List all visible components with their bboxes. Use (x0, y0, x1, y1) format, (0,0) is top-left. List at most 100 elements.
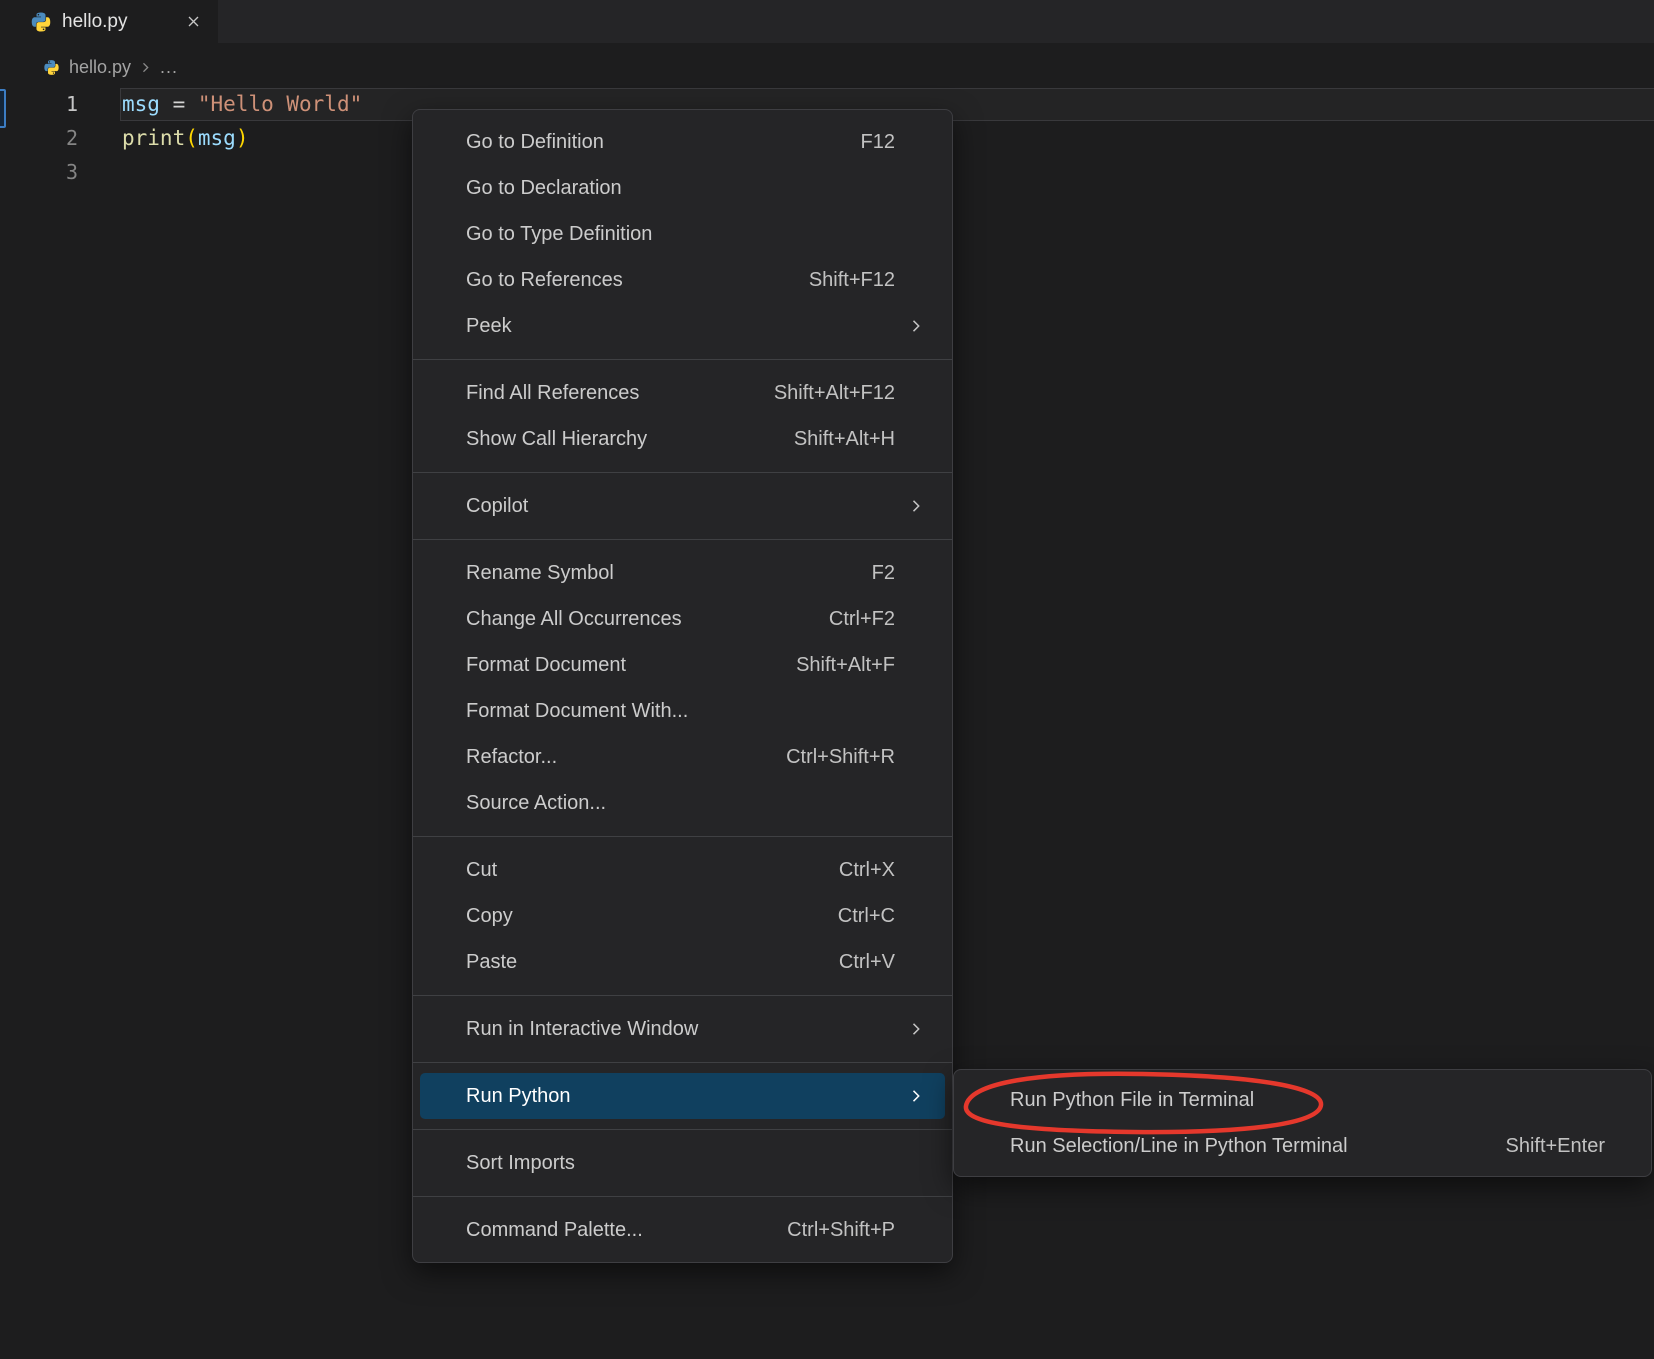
run-python-submenu: Run Python File in Terminal Run Selection… (953, 1069, 1652, 1177)
menu-item-label: Peek (466, 315, 895, 338)
menu-item-label: Run in Interactive Window (466, 1018, 895, 1041)
menu-item-label: Copy (466, 905, 838, 928)
submenu-chevron-icon (908, 1021, 924, 1037)
menu-item-label: Go to References (466, 269, 809, 292)
menu-item-go-to-references[interactable]: Go to ReferencesShift+F12 (413, 257, 952, 303)
menu-item-rename-symbol[interactable]: Rename SymbolF2 (413, 550, 952, 596)
menu-item-copilot[interactable]: Copilot (413, 483, 952, 529)
context-menu: Go to DefinitionF12 Go to Declaration Go t… (412, 109, 953, 1263)
menu-item-paste[interactable]: PasteCtrl+V (413, 939, 952, 985)
code-token: print (122, 126, 185, 150)
menu-item-label: Sort Imports (466, 1152, 895, 1175)
python-icon (43, 59, 60, 76)
menu-separator (413, 1062, 952, 1063)
menu-item-shortcut: Shift+Enter (1505, 1135, 1605, 1158)
menu-item-shortcut: F12 (861, 131, 895, 154)
menu-item-shortcut: Shift+Alt+F12 (774, 382, 895, 405)
menu-item-find-all-references[interactable]: Find All ReferencesShift+Alt+F12 (413, 370, 952, 416)
menu-item-label: Rename Symbol (466, 562, 872, 585)
menu-item-format-document[interactable]: Format DocumentShift+Alt+F (413, 642, 952, 688)
breadcrumb-symbol-ellipsis[interactable]: ... (160, 57, 178, 78)
menu-item-label: Go to Declaration (466, 177, 895, 200)
menu-item-label: Go to Definition (466, 131, 861, 154)
line-number: 1 (0, 87, 78, 121)
menu-separator (413, 359, 952, 360)
code-line[interactable]: print(msg) (122, 121, 362, 155)
code-area[interactable]: msg = "Hello World"print(msg) (122, 87, 362, 189)
menu-item-shortcut: Shift+Alt+F (796, 654, 895, 677)
menu-item-run-selection-line-in-python-terminal[interactable]: Run Selection/Line in Python TerminalShi… (954, 1123, 1651, 1169)
tab-hello-py[interactable]: hello.py (0, 0, 218, 43)
menu-item-peek[interactable]: Peek (413, 303, 952, 349)
menu-separator (413, 472, 952, 473)
menu-item-copy[interactable]: CopyCtrl+C (413, 893, 952, 939)
code-token: ) (236, 126, 249, 150)
menu-item-shortcut: Ctrl+V (839, 951, 895, 974)
code-token: = (160, 92, 198, 116)
code-line[interactable] (122, 155, 362, 189)
menu-item-cut[interactable]: CutCtrl+X (413, 847, 952, 893)
chevron-right-icon (139, 61, 152, 74)
submenu-chevron-icon (908, 1088, 924, 1104)
code-line[interactable]: msg = "Hello World" (122, 87, 362, 121)
menu-item-label: Copilot (466, 495, 895, 518)
code-token: "Hello World" (198, 92, 362, 116)
menu-item-go-to-type-definition[interactable]: Go to Type Definition (413, 211, 952, 257)
left-edge-focus-fragment (0, 89, 6, 128)
menu-item-label: Find All References (466, 382, 774, 405)
breadcrumb-file[interactable]: hello.py (69, 57, 131, 78)
tab-label: hello.py (62, 11, 182, 33)
menu-item-label: Run Python File in Terminal (1010, 1089, 1605, 1112)
line-number-gutter: 123 (0, 87, 78, 189)
menu-item-source-action[interactable]: Source Action... (413, 780, 952, 826)
menu-item-sort-imports[interactable]: Sort Imports (413, 1140, 952, 1186)
menu-item-shortcut: F2 (872, 562, 895, 585)
submenu-chevron-icon (908, 318, 924, 334)
menu-item-label: Format Document With... (466, 700, 895, 723)
menu-item-label: Refactor... (466, 746, 786, 769)
menu-item-shortcut: Ctrl+F2 (829, 608, 895, 631)
line-number: 3 (0, 155, 78, 189)
menu-separator (413, 539, 952, 540)
close-icon[interactable] (182, 11, 204, 33)
menu-item-label: Paste (466, 951, 839, 974)
menu-item-run-python[interactable]: Run Python (420, 1073, 945, 1119)
menu-item-run-python-file-in-terminal[interactable]: Run Python File in Terminal (954, 1077, 1651, 1123)
menu-item-label: Run Selection/Line in Python Terminal (1010, 1135, 1505, 1158)
menu-item-shortcut: Shift+F12 (809, 269, 895, 292)
menu-separator (413, 995, 952, 996)
vscode-window: hello.py hello.py ... 123 msg = "Hello W… (0, 0, 1654, 1359)
menu-item-go-to-declaration[interactable]: Go to Declaration (413, 165, 952, 211)
tab-bar: hello.py (0, 0, 1654, 43)
python-icon (30, 11, 52, 33)
menu-item-label: Format Document (466, 654, 796, 677)
menu-item-label: Run Python (466, 1085, 895, 1108)
menu-item-format-document-with[interactable]: Format Document With... (413, 688, 952, 734)
menu-item-run-in-interactive-window[interactable]: Run in Interactive Window (413, 1006, 952, 1052)
menu-item-go-to-definition[interactable]: Go to DefinitionF12 (413, 119, 952, 165)
menu-item-label: Change All Occurrences (466, 608, 829, 631)
menu-item-label: Source Action... (466, 792, 895, 815)
menu-item-label: Show Call Hierarchy (466, 428, 794, 451)
menu-separator (413, 836, 952, 837)
menu-separator (413, 1129, 952, 1130)
code-token: msg (198, 126, 236, 150)
breadcrumb: hello.py ... (43, 52, 178, 82)
menu-item-shortcut: Ctrl+C (838, 905, 895, 928)
menu-item-label: Cut (466, 859, 839, 882)
menu-item-label: Command Palette... (466, 1219, 787, 1242)
menu-item-change-all-occurrences[interactable]: Change All OccurrencesCtrl+F2 (413, 596, 952, 642)
line-number: 2 (0, 121, 78, 155)
menu-item-shortcut: Ctrl+Shift+P (787, 1219, 895, 1242)
menu-item-refactor[interactable]: Refactor...Ctrl+Shift+R (413, 734, 952, 780)
menu-item-command-palette[interactable]: Command Palette...Ctrl+Shift+P (413, 1207, 952, 1253)
code-token: msg (122, 92, 160, 116)
submenu-chevron-icon (908, 498, 924, 514)
menu-item-label: Go to Type Definition (466, 223, 895, 246)
menu-separator (413, 1196, 952, 1197)
menu-item-shortcut: Ctrl+X (839, 859, 895, 882)
code-token: ( (185, 126, 198, 150)
menu-item-shortcut: Ctrl+Shift+R (786, 746, 895, 769)
menu-item-shortcut: Shift+Alt+H (794, 428, 895, 451)
menu-item-show-call-hierarchy[interactable]: Show Call HierarchyShift+Alt+H (413, 416, 952, 462)
